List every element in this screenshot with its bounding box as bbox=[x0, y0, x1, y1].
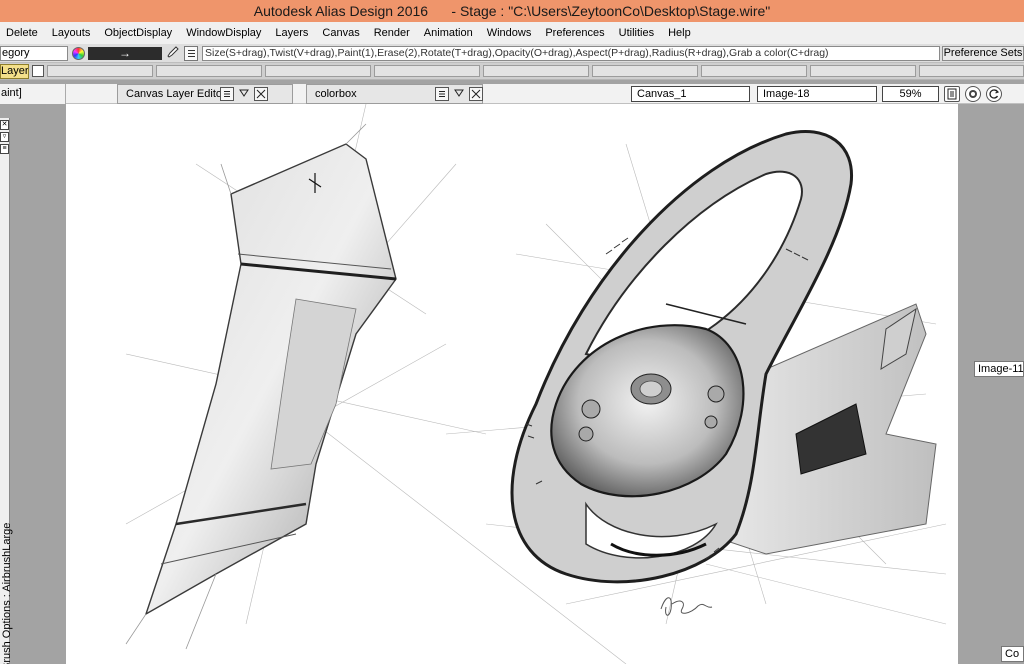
menu-layouts[interactable]: Layouts bbox=[45, 22, 98, 44]
bottom-panel-tag[interactable]: Co bbox=[1001, 646, 1024, 662]
menu-icon[interactable] bbox=[220, 87, 234, 101]
steering-wheel-sketch bbox=[510, 129, 937, 584]
brush-toolbar: egory → Size(S+drag),Twist(V+drag),Paint… bbox=[0, 44, 1024, 63]
colorbox-tab[interactable]: colorbox bbox=[306, 84, 483, 104]
canvas-header: aint] Canvas Layer Editor colorbox Canva… bbox=[0, 84, 1024, 104]
menu-utilities[interactable]: Utilities bbox=[612, 22, 661, 44]
menu-render[interactable]: Render bbox=[367, 22, 417, 44]
menu-icon[interactable]: ≡ bbox=[0, 144, 9, 154]
image-name-field[interactable]: Image-18 bbox=[757, 86, 877, 102]
close-icon[interactable]: ✕ bbox=[0, 120, 9, 130]
brush-options-label: Brush Options : AirbrushLarge bbox=[1, 522, 13, 664]
stroke-color-swatch[interactable]: → bbox=[88, 47, 162, 60]
layer-slot[interactable] bbox=[592, 65, 698, 77]
canvas-layer-editor-tab[interactable]: Canvas Layer Editor bbox=[117, 84, 293, 104]
sketch-drawing bbox=[125, 104, 947, 664]
menu-canvas[interactable]: Canvas bbox=[315, 22, 366, 44]
close-icon[interactable] bbox=[469, 87, 483, 101]
layer-visibility-checkbox[interactable] bbox=[32, 65, 44, 77]
layer-slot[interactable] bbox=[265, 65, 371, 77]
right-panel: Image-11 Co bbox=[958, 104, 1024, 664]
menu-layers[interactable]: Layers bbox=[268, 22, 315, 44]
canvas-settings-icon[interactable] bbox=[944, 86, 960, 102]
layer-slot[interactable] bbox=[919, 65, 1024, 77]
zoom-field[interactable]: 59% bbox=[882, 86, 939, 102]
chevron-down-icon[interactable]: ▿ bbox=[0, 132, 9, 142]
layer-slot[interactable] bbox=[374, 65, 480, 77]
image-11-tag[interactable]: Image-11 bbox=[974, 361, 1024, 377]
brush-hint-field: Size(S+drag),Twist(V+drag),Paint(1),Eras… bbox=[202, 46, 940, 61]
preference-sets-button[interactable]: Preference Sets bbox=[942, 46, 1024, 61]
color-wheel-icon[interactable] bbox=[72, 47, 85, 60]
menu-preferences[interactable]: Preferences bbox=[538, 22, 611, 44]
layer-slot[interactable] bbox=[483, 65, 589, 77]
active-layer-tab[interactable]: Layer bbox=[0, 64, 29, 79]
layer-slot[interactable] bbox=[47, 65, 153, 77]
menu-delete[interactable]: Delete bbox=[0, 22, 45, 44]
category-select[interactable]: egory bbox=[0, 46, 68, 61]
window-title: Autodesk Alias Design 2016 - Stage : "C:… bbox=[253, 3, 771, 19]
canvas-layer-editor-title: Canvas Layer Editor bbox=[126, 88, 226, 100]
menu-animation[interactable]: Animation bbox=[417, 22, 480, 44]
paint-mode-label: aint] bbox=[0, 84, 66, 104]
menu-help[interactable]: Help bbox=[661, 22, 698, 44]
layer-slot[interactable] bbox=[701, 65, 807, 77]
colorbox-title: colorbox bbox=[315, 88, 357, 100]
menu-bar: Delete Layouts ObjectDisplay WindowDispl… bbox=[0, 22, 1024, 44]
menu-icon[interactable] bbox=[435, 87, 449, 101]
snapshot-icon[interactable] bbox=[965, 86, 981, 102]
menu-windowdisplay[interactable]: WindowDisplay bbox=[179, 22, 268, 44]
chevron-down-icon[interactable] bbox=[452, 87, 466, 101]
refresh-icon[interactable] bbox=[986, 86, 1002, 102]
layer-slot[interactable] bbox=[156, 65, 262, 77]
close-icon[interactable] bbox=[254, 87, 268, 101]
door-panel-sketch bbox=[125, 123, 397, 650]
title-bar: Autodesk Alias Design 2016 - Stage : "C:… bbox=[0, 0, 1024, 22]
layer-bar: Layer bbox=[0, 63, 1024, 80]
paint-canvas[interactable] bbox=[66, 104, 958, 664]
canvas-name-field[interactable]: Canvas_1 bbox=[631, 86, 750, 102]
left-panel: ✕ ▿ ≡ Brush Options : AirbrushLarge bbox=[0, 104, 66, 664]
menu-objectdisplay[interactable]: ObjectDisplay bbox=[97, 22, 179, 44]
chevron-down-icon[interactable] bbox=[237, 87, 251, 101]
menu-windows[interactable]: Windows bbox=[480, 22, 539, 44]
layer-slot[interactable] bbox=[810, 65, 916, 77]
list-icon[interactable] bbox=[184, 46, 198, 61]
eyedropper-icon[interactable] bbox=[166, 46, 180, 61]
